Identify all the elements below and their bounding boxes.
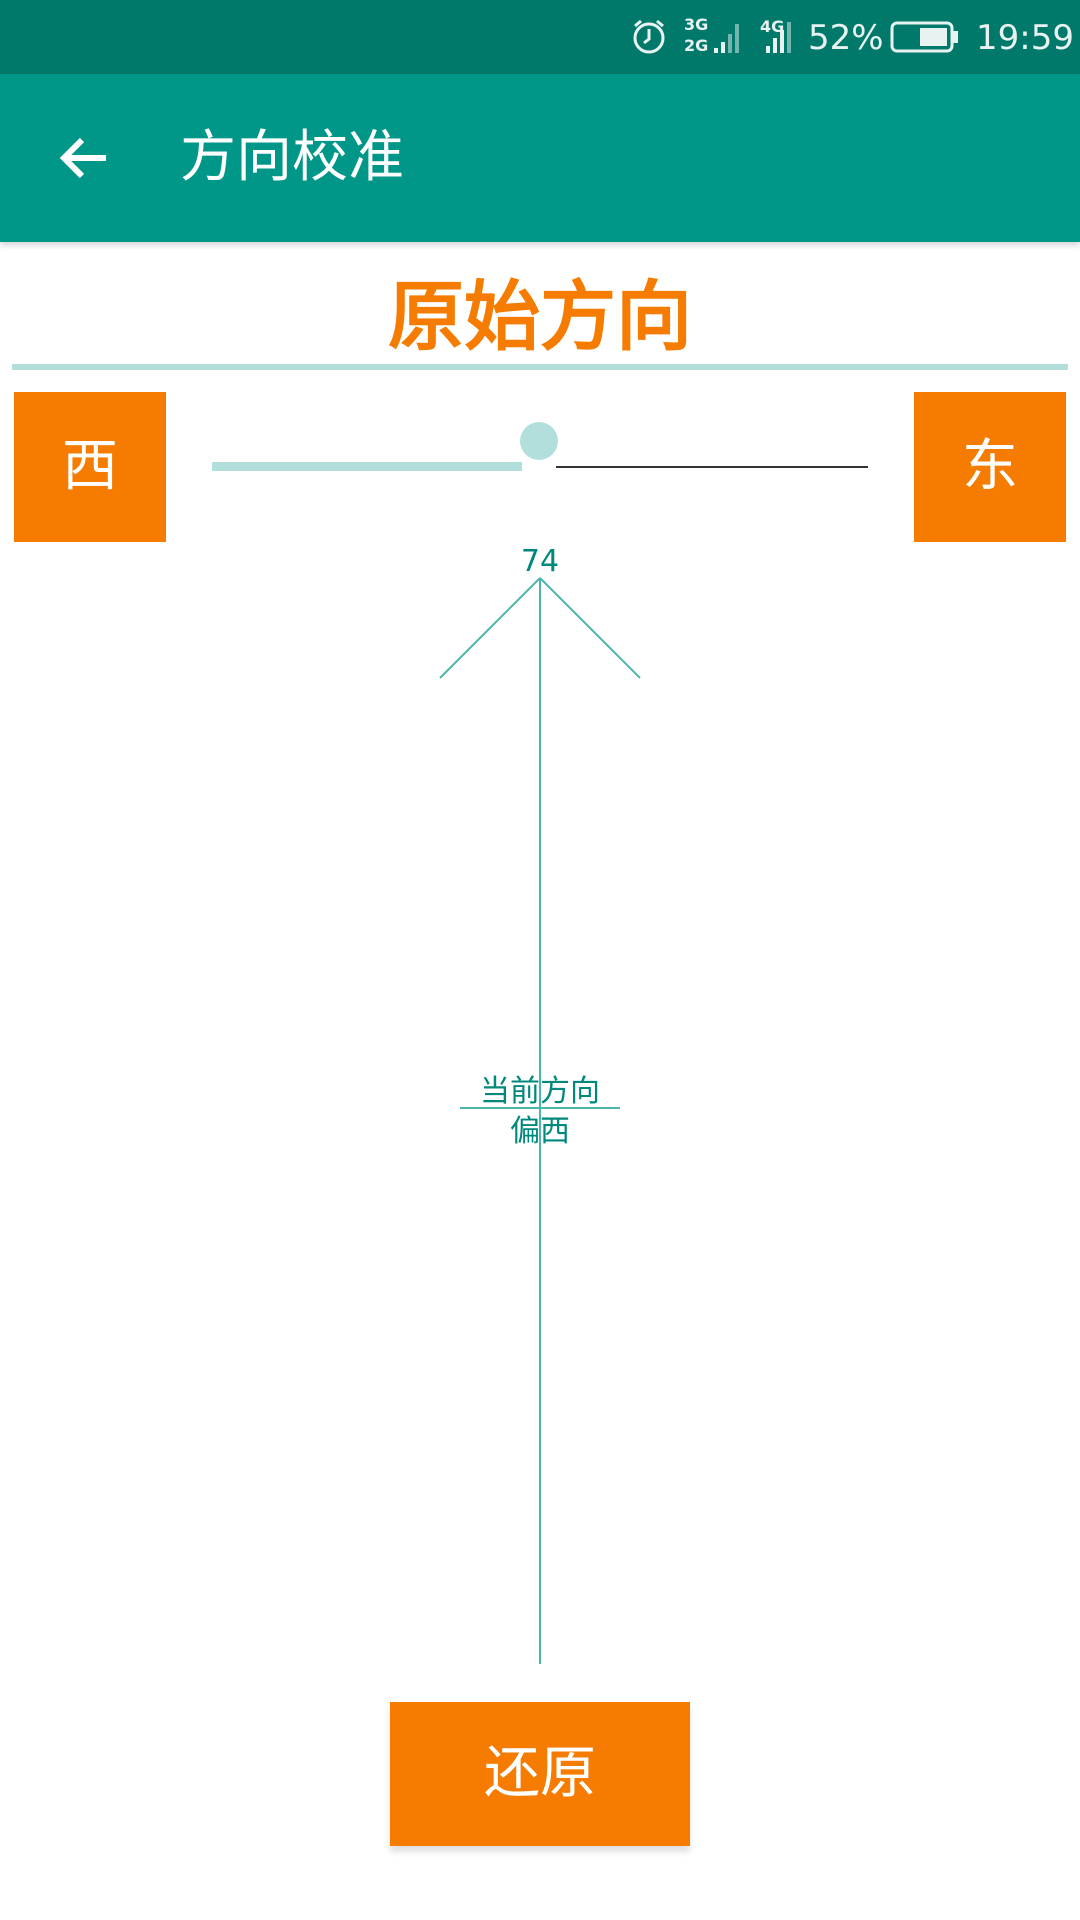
- original-direction-heading: 原始方向: [388, 272, 692, 361]
- reset-button[interactable]: 还原: [390, 1702, 690, 1846]
- slider-track[interactable]: [556, 466, 868, 468]
- arrow-left-icon[interactable]: [54, 128, 114, 188]
- signal-icon-2: [766, 22, 791, 53]
- direction-value: 偏西: [510, 1114, 570, 1149]
- battery-icon: [890, 21, 958, 53]
- alarm-icon: [633, 19, 665, 54]
- arrow-head-right: [539, 577, 641, 679]
- clock: 19:59: [976, 18, 1074, 58]
- network-2g: 2G: [684, 36, 709, 55]
- degree-value: 74: [520, 544, 560, 579]
- west-button[interactable]: 西: [14, 392, 166, 542]
- status-bar: 3G 2G 4G 52% 19:59: [0, 0, 1080, 74]
- arrow-head-left: [439, 577, 541, 679]
- slider-fill: [212, 462, 522, 471]
- slider-thumb[interactable]: [520, 422, 558, 460]
- network-3g: 3G: [684, 15, 709, 34]
- battery-percent: 52%: [808, 18, 884, 58]
- east-button[interactable]: 东: [914, 392, 1066, 542]
- app-bar: 方向校准: [0, 74, 1080, 242]
- current-direction-label: 当前方向: [480, 1074, 600, 1109]
- divider: [12, 364, 1068, 370]
- signal-icon: [714, 24, 739, 53]
- page-title: 方向校准: [180, 125, 404, 190]
